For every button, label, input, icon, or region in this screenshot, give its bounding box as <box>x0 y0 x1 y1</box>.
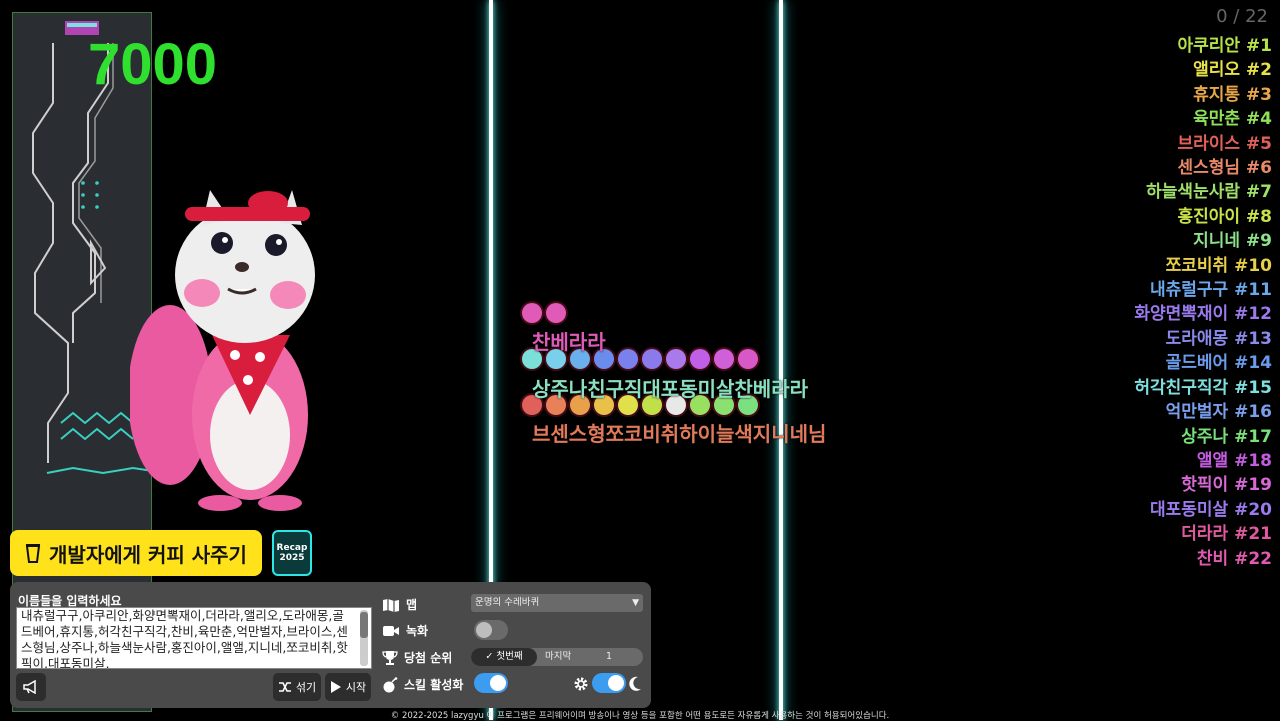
marble <box>522 303 542 323</box>
rank-item: 찬비 #22 <box>1196 548 1272 569</box>
rank-item: 대포동미살 #20 <box>1149 499 1272 520</box>
moon-icon <box>629 676 641 691</box>
marble <box>666 349 686 369</box>
play-icon <box>330 681 341 693</box>
record-toggle[interactable] <box>474 620 508 640</box>
rank-item: 쪼코비취 #10 <box>1165 255 1272 276</box>
names-textarea[interactable]: 내츄럴구구,아쿠리안,화양면뽁재이,더라라,앨리오,도라애몽,골드베어,휴지통,… <box>16 607 372 669</box>
marble <box>690 349 710 369</box>
rank-item: 앨앨 #18 <box>1196 450 1272 471</box>
announce-button[interactable] <box>16 673 46 701</box>
recap-year: 2025 <box>279 553 305 563</box>
shuffle-label: 섞기 <box>295 681 317 694</box>
rank-item: 더라라 #21 <box>1181 524 1272 545</box>
marble <box>618 349 638 369</box>
record-label: 녹화 <box>406 624 429 638</box>
map-select[interactable]: 운명의 수레바퀴 ▼ <box>471 594 643 612</box>
video-camera-icon <box>383 625 399 636</box>
arena-right-wall <box>779 0 783 720</box>
rank-number-input[interactable]: 1 <box>606 648 612 666</box>
skill-label: 스킬 활성화 <box>404 678 464 692</box>
megaphone-icon <box>23 680 36 694</box>
recap-button[interactable]: Recap 2025 <box>272 530 312 576</box>
record-toggle-knob <box>476 622 492 638</box>
rank-item: 상주나 #17 <box>1181 426 1272 447</box>
theme-toggle-knob <box>608 675 624 691</box>
names-scrollbar-thumb[interactable] <box>360 612 368 638</box>
marble <box>546 303 566 323</box>
rank-item: 도라애몽 #13 <box>1165 328 1272 349</box>
gear-icon <box>574 677 588 691</box>
rank-item: 앨리오 #2 <box>1193 60 1272 81</box>
control-panel: 이름들을 입력하세요 내츄럴구구,아쿠리안,화양면뽁재이,더라라,앨리오,도라애… <box>10 582 651 708</box>
rank-item: 육만춘 #4 <box>1193 109 1272 130</box>
skill-row: 스킬 활성화 <box>382 676 463 693</box>
marble <box>738 349 758 369</box>
rank-first-option[interactable]: ✓ 첫번째 <box>471 648 537 666</box>
rank-item: 핫픽이 #19 <box>1181 475 1272 496</box>
trophy-icon <box>382 650 398 665</box>
rank-item: 센스형님 #6 <box>1177 158 1272 179</box>
rank-item: 홍진아이 #8 <box>1177 206 1272 227</box>
footer-copyright: © 2022-2025 lazygyu 이 프로그램은 프리웨어이며 방송이나 … <box>390 711 890 721</box>
marble-group-label: 상주나친구직대포동미살찬베라라 <box>532 377 808 401</box>
rank-item: 하늘색눈사람 #7 <box>1146 182 1272 203</box>
start-label: 시작 <box>345 681 367 694</box>
rank-item: 브라이스 #5 <box>1177 133 1272 154</box>
marble <box>714 349 734 369</box>
marble-group-label: 찬베라라 <box>532 330 606 354</box>
coffee-cup-icon <box>25 544 41 563</box>
map-select-value: 운명의 수레바퀴 <box>475 597 540 608</box>
skill-toggle[interactable] <box>474 673 508 693</box>
ranking-list: 아쿠리안 #1 앨리오 #2 휴지통 #3 육만춘 #4 브라이스 #5 센스형님 #6 하… <box>1032 34 1272 571</box>
rank-row: 당첨 순위 <box>382 649 452 666</box>
rank-selector: ✓ 첫번째 마지막 1 <box>471 648 643 666</box>
map-icon <box>383 598 399 612</box>
squirrel-mascot <box>130 190 315 511</box>
buy-coffee-button[interactable]: 개발자에게 커피 사주기 <box>10 530 262 576</box>
map-label: 맵 <box>406 598 418 612</box>
marble <box>642 349 662 369</box>
rank-item: 골드베어 #14 <box>1165 353 1272 374</box>
rank-item: 화양면뽁재이 #12 <box>1134 304 1272 325</box>
names-text: 내츄럴구구,아쿠리안,화양면뽁재이,더라라,앨리오,도라애몽,골드베어,휴지통,… <box>21 608 348 669</box>
bomb-icon <box>383 676 398 692</box>
theme-toggle[interactable] <box>592 673 626 693</box>
rank-item: 지니네 #9 <box>1193 231 1272 252</box>
finished-counter: 0 / 22 <box>1216 6 1268 27</box>
rank-item: 내츄럴구구 #11 <box>1149 280 1272 301</box>
rank-label: 당첨 순위 <box>404 651 453 665</box>
start-button[interactable]: 시작 <box>325 673 371 701</box>
rank-item: 허각친구직각 #15 <box>1134 377 1272 398</box>
shuffle-icon <box>278 682 291 692</box>
map-row: 맵 <box>382 596 417 613</box>
rank-item: 아쿠리안 #1 <box>1177 36 1272 56</box>
rank-item: 억만벌자 #16 <box>1165 402 1272 423</box>
rank-item: 휴지통 #3 <box>1193 84 1272 105</box>
skill-toggle-knob <box>490 675 506 691</box>
shuffle-button[interactable]: 섞기 <box>273 673 321 701</box>
buy-coffee-label: 개발자에게 커피 사주기 <box>49 542 247 567</box>
score-display: 7000 <box>88 32 218 97</box>
rank-last-option[interactable]: 마지막 <box>545 648 571 666</box>
chevron-down-icon: ▼ <box>632 598 639 608</box>
marble-group-label: 브센스형쪼코비취하이늘색지니네님 <box>532 422 827 446</box>
record-row: 녹화 <box>382 622 428 639</box>
recap-label: Recap <box>276 543 308 553</box>
